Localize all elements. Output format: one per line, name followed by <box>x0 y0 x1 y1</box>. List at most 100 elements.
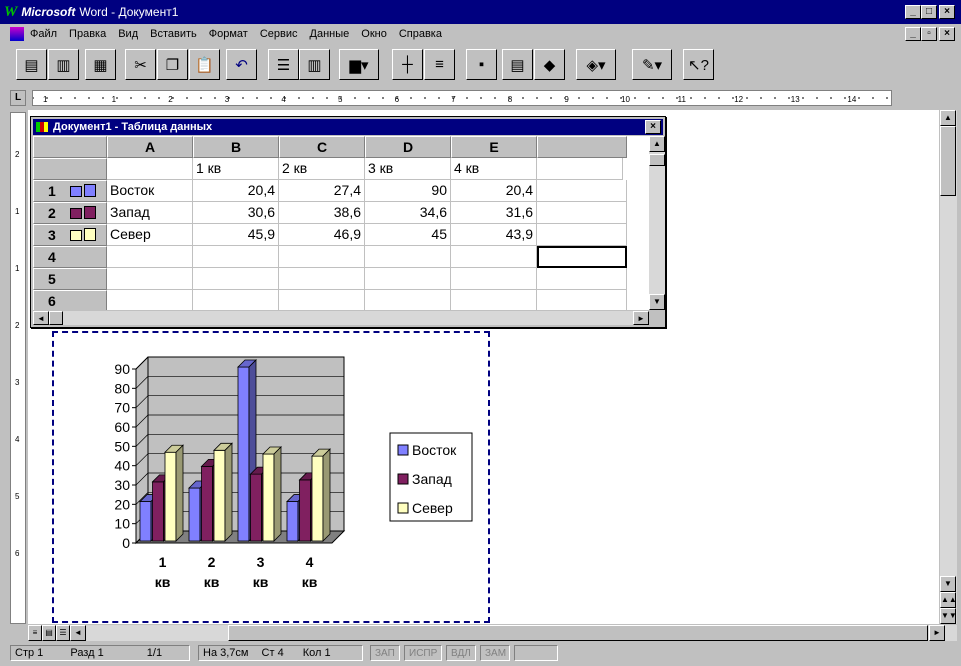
chart-object[interactable]: 0 10 20 30 40 50 60 70 80 90 1 кв 2 кв 3 кв 4 кв Восток Зап… <box>52 331 490 623</box>
hscroll-thumb[interactable] <box>228 625 928 641</box>
hscroll-thumb[interactable] <box>49 311 63 325</box>
row-header-2[interactable]: 2 <box>33 202 107 224</box>
datasheet-window[interactable]: Документ1 - Таблица данных × ABCDE 1 кв 2 … <box>30 116 666 328</box>
horizontal-ruler[interactable]: 1123456789101112131415 <box>32 90 913 106</box>
scroll-left-icon[interactable]: ◄ <box>70 625 86 641</box>
scroll-right-icon[interactable]: ► <box>929 625 945 641</box>
menu-item-4[interactable]: Формат <box>209 28 248 40</box>
data-cell[interactable] <box>365 246 451 268</box>
data-cell-E[interactable] <box>537 224 627 246</box>
data-cell[interactable]: 27,4 <box>279 180 365 202</box>
line-color-button[interactable]: ✎▾ <box>632 49 672 80</box>
vertical-gridlines-button[interactable]: ┼ <box>392 49 423 80</box>
scroll-thumb[interactable] <box>940 126 956 196</box>
column-label-cell[interactable]: 2 кв <box>279 158 365 180</box>
menu-item-8[interactable]: Справка <box>399 28 442 40</box>
vertical-ruler[interactable]: 2 1 1 2 3 4 5 6 <box>10 112 26 624</box>
minimize-button[interactable]: _ <box>905 5 921 19</box>
horizontal-gridlines-button[interactable]: ≡ <box>424 49 455 80</box>
menu-item-3[interactable]: Вставить <box>150 28 197 40</box>
select-all-corner[interactable] <box>33 136 107 158</box>
page-layout-view-icon[interactable]: ▤ <box>42 625 56 641</box>
data-cell[interactable] <box>279 268 365 290</box>
cell-corner[interactable] <box>107 158 193 180</box>
scroll-down-icon[interactable]: ▼ <box>940 576 956 592</box>
help-button[interactable]: ↖? <box>683 49 714 80</box>
data-cell[interactable]: 90 <box>365 180 451 202</box>
row-label-cell[interactable]: Север <box>107 224 193 246</box>
data-cell-E[interactable] <box>537 246 627 268</box>
data-cell-E[interactable] <box>537 180 627 202</box>
prev-page-icon[interactable]: ▲▲ <box>940 592 957 608</box>
data-cell[interactable]: 46,9 <box>279 224 365 246</box>
data-cell[interactable] <box>451 290 537 310</box>
data-cell-E[interactable] <box>537 202 627 224</box>
column-label-cell[interactable]: 1 кв <box>193 158 279 180</box>
row-header-3[interactable]: 3 <box>33 224 107 246</box>
doc-menu-icon[interactable] <box>10 26 24 41</box>
data-cell[interactable] <box>365 268 451 290</box>
scroll-right-icon[interactable]: ► <box>633 311 649 325</box>
data-cell[interactable] <box>451 268 537 290</box>
scroll-thumb[interactable] <box>649 154 665 166</box>
fill-color-button[interactable]: ◈▾ <box>576 49 616 80</box>
status-ext[interactable]: ВДЛ <box>446 645 476 661</box>
column-label-cell[interactable]: 3 кв <box>365 158 451 180</box>
column-label-cell[interactable] <box>537 158 623 180</box>
column-header-A[interactable]: A <box>107 136 193 158</box>
data-table-button[interactable]: ▤ <box>502 49 533 80</box>
row-header-6[interactable]: 6 <box>33 290 107 310</box>
row-label-cell[interactable]: Восток <box>107 180 193 202</box>
data-cell[interactable] <box>193 268 279 290</box>
datasheet-grid[interactable]: ABCDE1 кв 2 кв 3 кв 4 кв 1 Восток 20,4 27,4 90 20… <box>33 136 649 310</box>
menu-item-6[interactable]: Данные <box>310 28 350 40</box>
column-header-B[interactable]: B <box>193 136 279 158</box>
status-ovr[interactable]: ЗАМ <box>480 645 510 661</box>
import-file-button[interactable]: ▤ <box>16 49 47 80</box>
data-cell[interactable]: 30,6 <box>193 202 279 224</box>
row-label-cell[interactable] <box>107 246 193 268</box>
copy-button[interactable]: ❐ <box>157 49 188 80</box>
datasheet-close-button[interactable]: × <box>645 120 661 134</box>
column-header-C[interactable]: C <box>279 136 365 158</box>
undo-button[interactable]: ↶ <box>226 49 257 80</box>
row-label-cell[interactable] <box>107 290 193 310</box>
column-label-cell[interactable]: 4 кв <box>451 158 537 180</box>
row-header-5[interactable]: 5 <box>33 268 107 290</box>
data-cell-E[interactable] <box>537 290 627 310</box>
row-header-blank[interactable] <box>33 158 107 180</box>
paste-button[interactable]: 📋 <box>189 49 220 80</box>
data-cell[interactable]: 20,4 <box>451 180 537 202</box>
document-hscroll[interactable]: ≡ ▤ ☰ ◄ ► <box>28 625 957 641</box>
next-page-icon[interactable]: ▼▼ <box>940 608 957 624</box>
tab-selector-button[interactable]: L <box>10 90 26 106</box>
column-header-E[interactable]: E <box>451 136 537 158</box>
data-cell[interactable]: 43,9 <box>451 224 537 246</box>
by-row-button[interactable]: ☰ <box>268 49 299 80</box>
row-label-cell[interactable]: Запад <box>107 202 193 224</box>
scroll-up-icon[interactable]: ▲ <box>649 136 665 152</box>
status-rec[interactable]: ЗАП <box>370 645 400 661</box>
column-header-extra[interactable] <box>537 136 627 158</box>
doc-close-button[interactable]: × <box>939 27 955 41</box>
datasheet-vscroll[interactable]: ▲ ▼ <box>649 136 665 310</box>
data-cell[interactable]: 34,6 <box>365 202 451 224</box>
data-cell[interactable] <box>279 290 365 310</box>
data-cell[interactable] <box>451 246 537 268</box>
datasheet-hscroll[interactable]: ◄ ► <box>33 311 649 325</box>
view-datasheet-button[interactable]: ▦ <box>85 49 116 80</box>
data-cell[interactable] <box>279 246 365 268</box>
row-header-4[interactable]: 4 <box>33 246 107 268</box>
data-cell[interactable]: 38,6 <box>279 202 365 224</box>
menu-item-2[interactable]: Вид <box>118 28 138 40</box>
menu-item-0[interactable]: Файл <box>30 28 57 40</box>
document-vscroll[interactable]: ▲ ▼ ▲▲ ▼▼ <box>940 110 957 624</box>
data-cell[interactable] <box>193 246 279 268</box>
row-header-1[interactable]: 1 <box>33 180 107 202</box>
data-cell[interactable] <box>365 290 451 310</box>
column-header-D[interactable]: D <box>365 136 451 158</box>
doc-minimize-button[interactable]: _ <box>905 27 921 41</box>
maximize-button[interactable]: □ <box>921 5 937 19</box>
legend-button[interactable]: ▪ <box>466 49 497 80</box>
menu-item-7[interactable]: Окно <box>361 28 387 40</box>
